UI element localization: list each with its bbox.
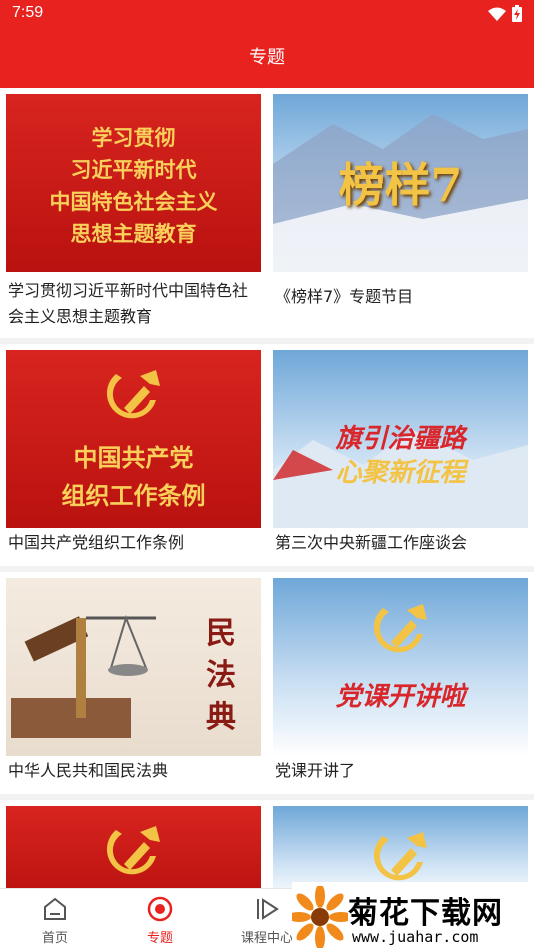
topic-title: 党课开讲了 — [275, 761, 356, 780]
thumb-line: 习近平新时代 — [70, 157, 197, 182]
record-icon — [147, 896, 173, 922]
status-icons — [488, 5, 522, 22]
topic-thumbnail: 学习贯彻 习近平新时代 中国特色社会主义 思想主题教育 — [6, 94, 261, 272]
topic-title: 学习贯彻习近平新时代中国特色社会主义思想主题教育 — [8, 281, 249, 326]
topic-card[interactable]: 学习贯彻 习近平新时代 中国特色社会主义 思想主题教育 学习贯彻习近平新时代中国… — [0, 88, 267, 338]
party-emblem-icon — [106, 826, 160, 875]
watermark: 菊花下载网 www.juahar.com — [292, 882, 534, 950]
watermark-title: 菊花下载网 — [348, 896, 503, 931]
nav-label: 首页 — [41, 931, 68, 946]
topic-thumbnail: 旗引治疆路 心聚新征程 — [273, 350, 528, 528]
nav-topics[interactable]: 专题 — [105, 895, 215, 946]
topic-thumbnail: 榜样7 — [273, 94, 528, 272]
thumb-line: 中国特色社会主义 — [49, 189, 218, 214]
party-emblem-icon — [106, 370, 160, 419]
thumb-line: 组织工作条例 — [61, 481, 206, 510]
wifi-icon — [488, 7, 506, 21]
topic-thumbnail — [6, 806, 261, 888]
topic-card[interactable]: 中国共产党 组织工作条例 中国共产党组织工作条例 — [0, 344, 267, 566]
topic-card[interactable]: 党课开讲啦 党课开讲了 — [267, 572, 534, 794]
thumb-line: 党课开讲啦 — [335, 682, 466, 712]
scales-graphic — [11, 614, 156, 738]
home-icon — [44, 897, 66, 920]
topic-card[interactable]: 民 法 典 中华人民共和国民法典 — [0, 572, 267, 794]
thumb-line: 心聚新征程 — [335, 458, 466, 488]
flower-logo-icon — [292, 886, 348, 948]
thumb-line: 学习贯彻 — [91, 125, 176, 150]
status-bar: 7:59 — [0, 0, 534, 28]
topic-card[interactable] — [0, 800, 267, 888]
party-emblem-icon — [373, 832, 427, 881]
topic-title: 中国共产党组织工作条例 — [8, 533, 185, 552]
topic-title: 中华人民共和国民法典 — [8, 761, 169, 780]
thumb-line: 中国共产党 — [73, 443, 194, 472]
party-emblem-icon — [373, 604, 427, 653]
topic-thumbnail: 中国共产党 组织工作条例 — [6, 350, 261, 528]
topic-card[interactable]: 旗引治疆路 心聚新征程 第三次中央新疆工作座谈会 — [267, 344, 534, 566]
thumb-line: 民 — [206, 616, 236, 651]
topic-card[interactable] — [267, 800, 534, 888]
topic-grid[interactable]: 学习贯彻 习近平新时代 中国特色社会主义 思想主题教育 学习贯彻习近平新时代中国… — [0, 88, 534, 888]
page-title: 专题 — [249, 47, 285, 68]
status-time: 7:59 — [12, 4, 44, 21]
thumb-line: 典 — [206, 700, 236, 735]
thumb-line: 旗引治疆路 — [335, 424, 466, 454]
battery-icon — [512, 5, 522, 22]
play-icon — [257, 898, 279, 920]
thumb-line: 思想主题教育 — [70, 221, 197, 246]
topic-title: 《榜样7》专题节目 — [275, 287, 414, 306]
thumb-line: 法 — [206, 658, 236, 693]
nav-label: 专题 — [146, 931, 173, 946]
thumb-line: 榜样7 — [338, 158, 463, 212]
topic-thumbnail: 党课开讲啦 — [273, 578, 528, 756]
nav-home[interactable]: 首页 — [0, 895, 110, 946]
app-header: 专题 — [0, 28, 534, 88]
watermark-url: www.juahar.com — [352, 928, 479, 946]
topic-title: 第三次中央新疆工作座谈会 — [275, 533, 468, 552]
nav-label: 课程中心 — [240, 931, 293, 946]
topic-card[interactable]: 榜样7 《榜样7》专题节目 — [267, 88, 534, 338]
topic-thumbnail — [273, 806, 528, 888]
topic-thumbnail: 民 法 典 — [6, 578, 261, 756]
